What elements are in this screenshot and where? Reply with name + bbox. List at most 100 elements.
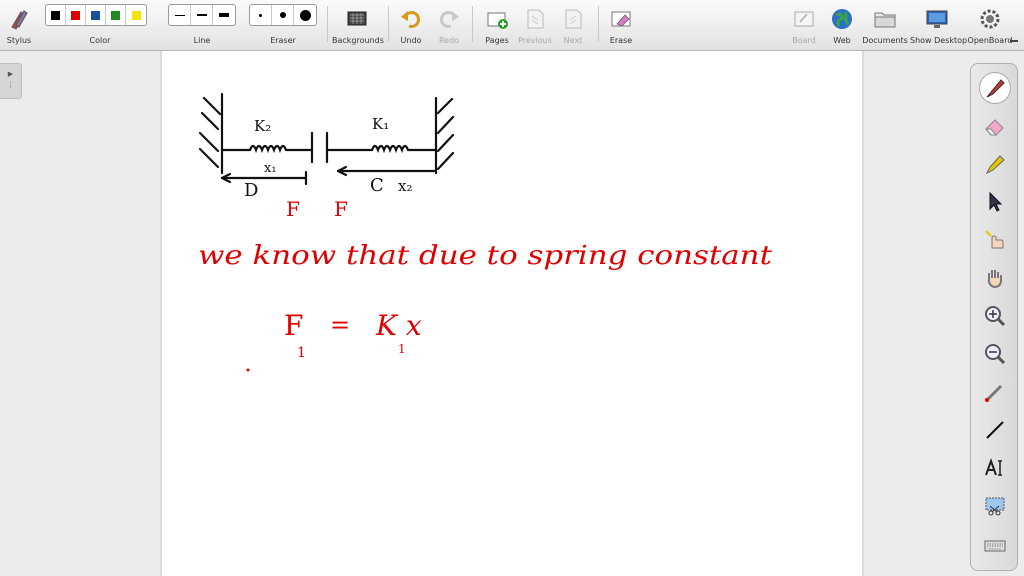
undo-button[interactable]: Undo — [393, 4, 429, 48]
pages-label: Pages — [485, 36, 509, 45]
stylus-label: Stylus — [6, 36, 32, 45]
toolbar-divider — [598, 6, 599, 42]
highlighter-icon — [985, 155, 1005, 175]
keyboard-icon — [984, 540, 1006, 552]
k2-label: K₂ — [254, 117, 271, 135]
keyboard-tool[interactable] — [979, 530, 1011, 562]
d-label: D — [244, 180, 258, 201]
text-icon — [985, 458, 1002, 476]
capture-tool[interactable] — [979, 490, 1011, 522]
eraser-group: Eraser — [249, 4, 317, 48]
toolbar-divider — [327, 6, 328, 42]
next-button[interactable]: Next — [555, 4, 591, 48]
force-label-left: F — [286, 197, 300, 221]
board-label: Board — [792, 36, 816, 45]
erase-button[interactable]: Erase — [603, 4, 639, 48]
redo-button[interactable]: Redo — [431, 4, 467, 48]
board-button[interactable]: Board — [788, 4, 820, 48]
settings-gear-icon — [980, 9, 1000, 29]
spring-k1 — [370, 144, 438, 154]
toolbar-divider — [388, 6, 389, 42]
c-label: C — [370, 175, 384, 196]
interact-icon — [985, 230, 1004, 249]
openboard-button[interactable]: OpenBoard — [966, 4, 1014, 48]
interact-tool[interactable] — [979, 224, 1011, 256]
show-desktop-label: Show Desktop — [910, 36, 968, 45]
line-label: Line — [193, 36, 211, 45]
line-icon — [986, 421, 1004, 439]
undo-label: Undo — [400, 36, 422, 45]
backgrounds-button[interactable]: Backgrounds — [332, 4, 384, 48]
show-desktop-button[interactable]: Show Desktop — [910, 4, 968, 48]
eraser-label: Eraser — [270, 36, 296, 45]
previous-button[interactable]: Previous — [515, 4, 555, 48]
openboard-label: OpenBoard — [967, 36, 1013, 45]
x1-label: x₁ — [264, 161, 277, 176]
text-tool[interactable] — [979, 452, 1011, 484]
left-wall-hatching — [198, 96, 222, 169]
spring-k2 — [248, 144, 288, 154]
backgrounds-label: Backgrounds — [332, 36, 384, 45]
line-group: Line — [168, 4, 236, 48]
add-page-icon — [487, 12, 508, 29]
laser-pointer-tool[interactable] — [979, 376, 1011, 408]
spring-diagram — [198, 92, 455, 186]
backgrounds-icon — [347, 11, 367, 26]
eraser-icon — [984, 119, 1004, 136]
equation-lhs: F — [284, 309, 303, 342]
monitor-icon — [926, 10, 948, 28]
zoom-out-tool[interactable] — [979, 338, 1011, 370]
zoom-in-icon — [985, 306, 1006, 327]
laser-icon — [985, 384, 1003, 402]
stylus-icon — [11, 10, 28, 30]
ink-dot — [246, 368, 250, 372]
undo-icon — [401, 10, 421, 28]
equation-equals: = — [330, 311, 350, 339]
selector-tool[interactable] — [979, 186, 1011, 218]
equation-rhs: K x — [375, 309, 422, 342]
right-wall-hatching — [436, 97, 455, 171]
next-page-icon — [565, 9, 582, 29]
tool-dock — [970, 63, 1018, 571]
line-tool[interactable] — [979, 414, 1011, 446]
minimize-icon[interactable] — [1010, 40, 1018, 42]
documents-button[interactable]: Documents — [862, 4, 908, 48]
zoom-out-icon — [985, 344, 1006, 365]
ink-drawing: K₂ K₁ x₁ x₂ D C F F we know that due to … — [198, 92, 773, 372]
pages-button[interactable]: Pages — [479, 4, 515, 48]
zoom-in-tool[interactable] — [979, 300, 1011, 332]
erase-label: Erase — [609, 36, 633, 45]
previous-label: Previous — [518, 36, 552, 45]
board-icon — [794, 11, 814, 27]
force-label-right: F — [334, 197, 348, 221]
board-area: ▶ ⋮ K₂ K₁ x₁ x₂ D C F F we know that due… — [0, 51, 1024, 576]
pen-tool[interactable] — [979, 72, 1011, 104]
color-group: Color — [45, 4, 155, 48]
documents-label: Documents — [862, 36, 908, 45]
left-plate — [284, 131, 314, 164]
equation-lhs-subscript: 1 — [297, 345, 306, 361]
folder-icon — [874, 12, 896, 28]
k1-label: K₁ — [372, 115, 389, 133]
stylus-button[interactable]: Stylus — [2, 4, 36, 48]
pen-icon — [986, 79, 1005, 98]
erase-annotations-icon — [611, 11, 631, 27]
web-button[interactable]: Web — [826, 4, 858, 48]
hand-tool[interactable] — [979, 262, 1011, 294]
capture-icon — [985, 497, 1005, 516]
right-plate — [325, 131, 374, 164]
whiteboard-page[interactable]: K₂ K₁ x₁ x₂ D C F F we know that due to … — [160, 51, 864, 576]
main-toolbar: Stylus Color Line Eraser Backgrounds Und… — [0, 0, 1024, 51]
x2-label: x₂ — [398, 177, 412, 195]
eraser-tool[interactable] — [979, 110, 1011, 142]
explanation-text: we know that due to spring constant — [198, 241, 773, 271]
pages-panel-toggle[interactable]: ▶ ⋮ — [0, 63, 22, 99]
redo-label: Redo — [438, 36, 460, 45]
equation-rhs-subscript: 1 — [398, 342, 406, 356]
redo-icon — [439, 10, 459, 28]
pointer-icon — [989, 191, 1003, 212]
highlighter-tool[interactable] — [979, 148, 1011, 180]
globe-icon — [832, 9, 852, 29]
next-label: Next — [563, 36, 583, 45]
hand-icon — [987, 270, 1002, 289]
